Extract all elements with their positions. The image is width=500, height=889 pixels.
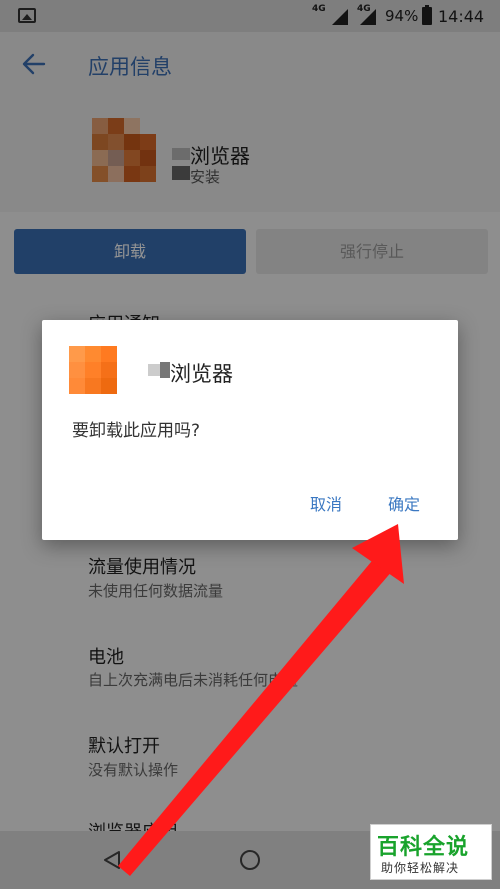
watermark-sub-text: 助你轻松解决 xyxy=(381,861,460,875)
dialog-message: 要卸载此应用吗? xyxy=(72,421,201,441)
watermark-logo: 百科全说 助你轻松解决 xyxy=(370,824,492,880)
uninstall-dialog: 浏览器 要卸载此应用吗? 取消 确定 xyxy=(42,320,458,540)
confirm-button[interactable]: 确定 xyxy=(378,488,430,522)
blurred-name-fragment xyxy=(160,362,170,378)
watermark-main-text: 百科全说 xyxy=(377,835,470,860)
cancel-button[interactable]: 取消 xyxy=(300,488,352,522)
dialog-title: 浏览器 xyxy=(170,362,233,386)
blurred-name-fragment xyxy=(148,364,160,376)
dialog-app-icon xyxy=(69,346,117,394)
